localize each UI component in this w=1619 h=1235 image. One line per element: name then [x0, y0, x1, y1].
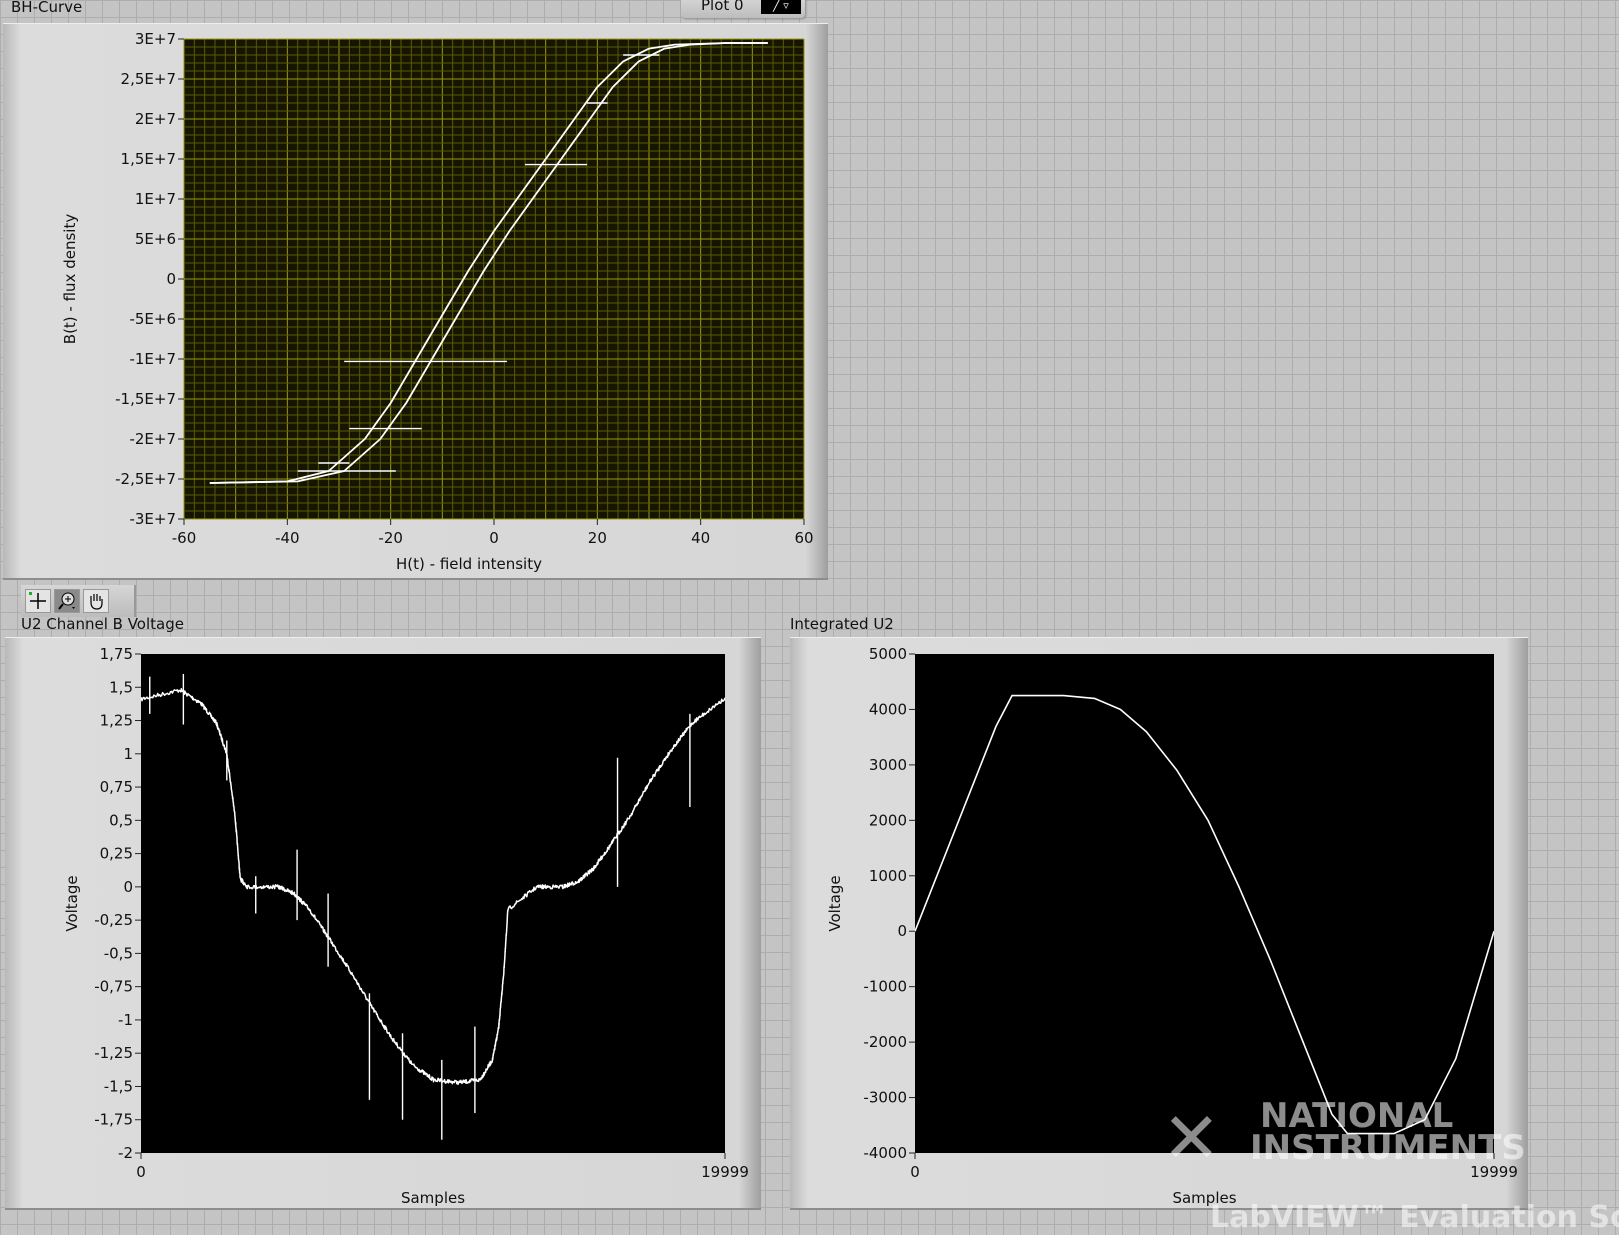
x-tick-label: -20	[378, 529, 403, 547]
crosshair-icon	[29, 592, 46, 609]
y-tick-label: 5000	[869, 645, 907, 663]
y-axis-label: B(t) - flux density	[61, 214, 79, 345]
y-tick-label: 1,75	[100, 645, 133, 663]
y-tick-label: 5E+6	[135, 230, 176, 248]
y-tick-label: -2,5E+7	[115, 470, 176, 488]
y-tick-label: 2,5E+7	[121, 70, 176, 88]
y-tick-label: -0,75	[94, 978, 133, 996]
y-tick-label: 0,25	[100, 845, 133, 863]
y-tick-label: -1,25	[94, 1044, 133, 1062]
y-tick-label: 0	[897, 922, 907, 940]
y-tick-label: 4000	[869, 700, 907, 718]
y-tick-label: -4000	[863, 1144, 907, 1162]
x-axis-label: H(t) - field intensity	[396, 555, 542, 573]
y-tick-label: -0,25	[94, 911, 133, 929]
legend-label: Plot 0	[701, 0, 744, 14]
pan-tool-button[interactable]	[83, 589, 109, 613]
y-tick-label: -3000	[863, 1089, 907, 1107]
y-tick-label: -5E+6	[129, 310, 176, 328]
y-tick-label: 1E+7	[135, 190, 176, 208]
watermark-line3: LabVIEW™ Evaluation Softw	[1210, 1200, 1619, 1235]
x-axis-label: Samples	[401, 1189, 465, 1207]
y-tick-label: -3E+7	[129, 510, 176, 528]
x-tick-label: 0	[489, 529, 499, 547]
x-tick-label: 0	[910, 1163, 920, 1181]
y-tick-label: 1,5E+7	[121, 150, 176, 168]
bh-curve-graph[interactable]: 3E+7 2,5E+7 2E+7 1,5E+7 1E+7 5E+6 0 -5E+6 -1E+7 -…	[3, 23, 828, 580]
bh-curve-title: BH-Curve	[11, 0, 83, 16]
y-tick-label: 0	[123, 878, 133, 896]
plot-style-swatch-icon[interactable]: ╱ ▿	[761, 0, 801, 14]
graph-tools-palette	[21, 585, 136, 617]
y-tick-label: 0,75	[100, 778, 133, 796]
x-tick-label: -40	[275, 529, 300, 547]
crosshair-tool-button[interactable]	[25, 589, 51, 613]
watermark-line2: INSTRUMENTS	[1250, 1128, 1526, 1168]
y-tick-label: -2	[118, 1144, 133, 1162]
x-tick-label: 60	[794, 529, 813, 547]
y-axis-label: Voltage	[63, 875, 81, 931]
y-tick-label: -1E+7	[129, 350, 176, 368]
y-tick-label: -1,5E+7	[115, 390, 176, 408]
zoom-tool-button[interactable]	[54, 589, 80, 613]
y-tick-label: 1000	[869, 867, 907, 885]
pan-hand-icon	[90, 594, 103, 610]
y-tick-label: -1,5	[104, 1077, 133, 1095]
zoom-icon	[58, 592, 75, 610]
x-tick-label: 20	[588, 529, 607, 547]
y-tick-label: 3E+7	[135, 30, 176, 48]
integrated-graph-title: Integrated U2	[790, 615, 894, 633]
y-tick-label: -2000	[863, 1033, 907, 1051]
u2-graph-title: U2 Channel B Voltage	[21, 615, 184, 633]
y-tick-label: 1	[123, 745, 133, 763]
y-tick-label: 2000	[869, 811, 907, 829]
y-tick-label: 0,5	[109, 811, 133, 829]
y-tick-label: 0	[166, 270, 176, 288]
y-tick-label: -1	[118, 1011, 133, 1029]
y-tick-label: 3000	[869, 756, 907, 774]
y-tick-label: 1,5	[109, 678, 133, 696]
y-tick-label: 2E+7	[135, 110, 176, 128]
plot-legend[interactable]: Plot 0 ╱ ▿	[681, 0, 805, 18]
x-tick-label: 19999	[701, 1163, 749, 1181]
x-tick-label: 0	[136, 1163, 146, 1181]
y-tick-label: -1000	[863, 978, 907, 996]
y-axis-label: Voltage	[826, 875, 844, 931]
u2-voltage-graph[interactable]: 1,75 1,5 1,25 1 0,75 0,5 0,25 0 -0,25 -0,5 -0,75 -1…	[5, 637, 761, 1210]
y-tick-label: -0,5	[104, 944, 133, 962]
x-tick-label: -60	[172, 529, 197, 547]
y-tick-label: -2E+7	[129, 430, 176, 448]
y-tick-label: -1,75	[94, 1111, 133, 1129]
x-tick-label: 40	[691, 529, 710, 547]
plot-area	[915, 654, 1494, 1153]
y-tick-label: 1,25	[100, 712, 133, 730]
